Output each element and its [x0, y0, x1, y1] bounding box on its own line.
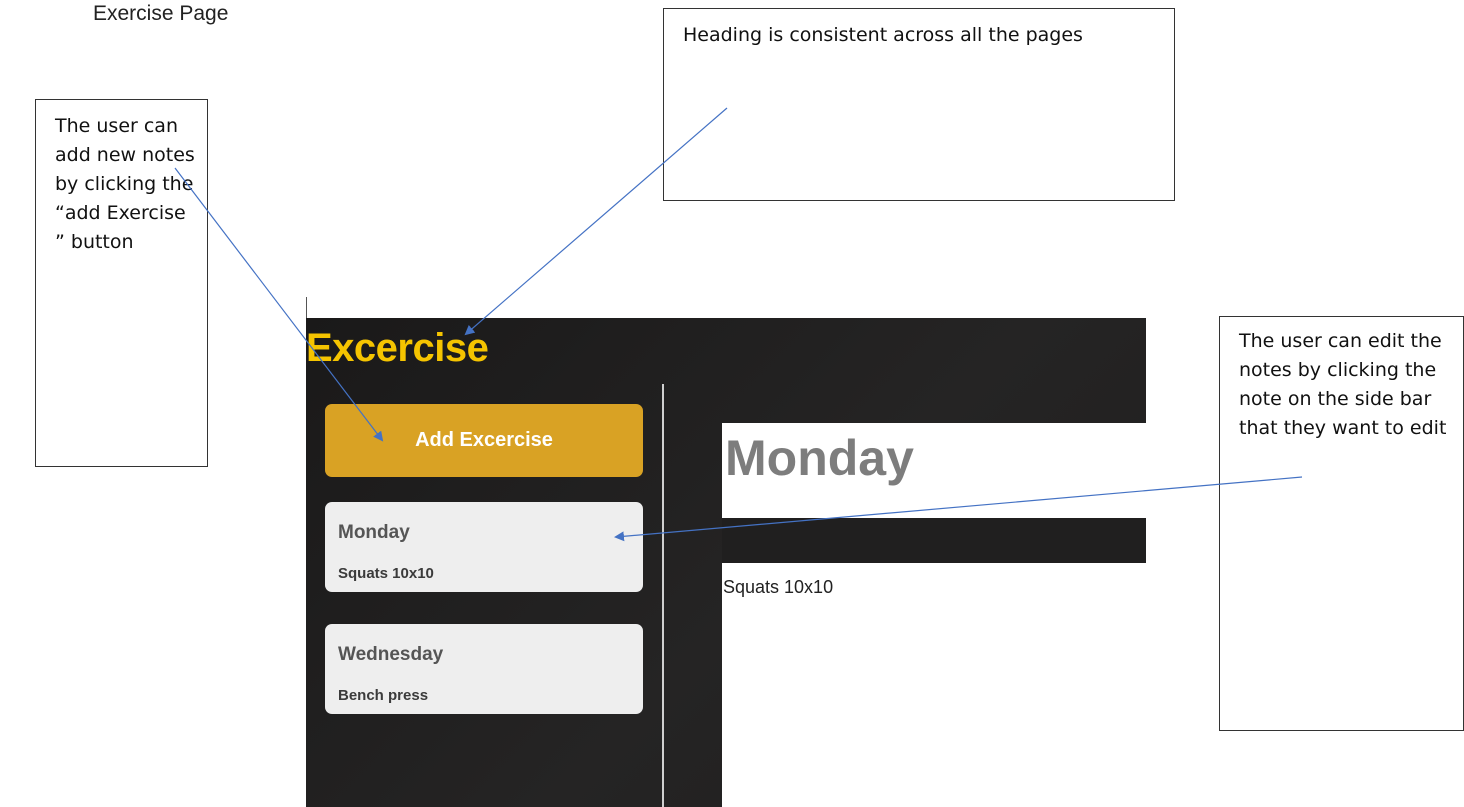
sidebar-divider	[662, 384, 664, 807]
annotation-heading: Heading is consistent across all the pag…	[663, 8, 1175, 201]
editor-divider-band	[722, 518, 1146, 563]
note-card-title: Monday	[338, 522, 410, 543]
app-window: Excercise Add Excercise Monday Squats 10…	[306, 318, 1146, 807]
note-card-body: Bench press	[338, 687, 429, 704]
note-editor[interactable]: Monday Squats 10x10	[722, 423, 1146, 807]
note-card-body: Squats 10x10	[338, 565, 434, 582]
note-editor-body[interactable]: Squats 10x10	[723, 577, 833, 598]
sidebar-note-wednesday[interactable]: Wednesday Bench press	[325, 624, 643, 714]
note-card-title: Wednesday	[338, 644, 444, 665]
sidebar-note-monday[interactable]: Monday Squats 10x10	[325, 502, 643, 592]
annotation-add-note: The user can add new notes by clicking t…	[35, 99, 208, 467]
page-caption: Exercise Page	[93, 2, 229, 25]
app-title: Excercise	[306, 326, 489, 370]
app-frame-edge	[306, 297, 307, 319]
note-editor-title[interactable]: Monday	[725, 429, 914, 487]
annotation-edit-note: The user can edit the notes by clicking …	[1219, 316, 1464, 731]
add-exercise-button[interactable]: Add Excercise	[325, 404, 643, 477]
